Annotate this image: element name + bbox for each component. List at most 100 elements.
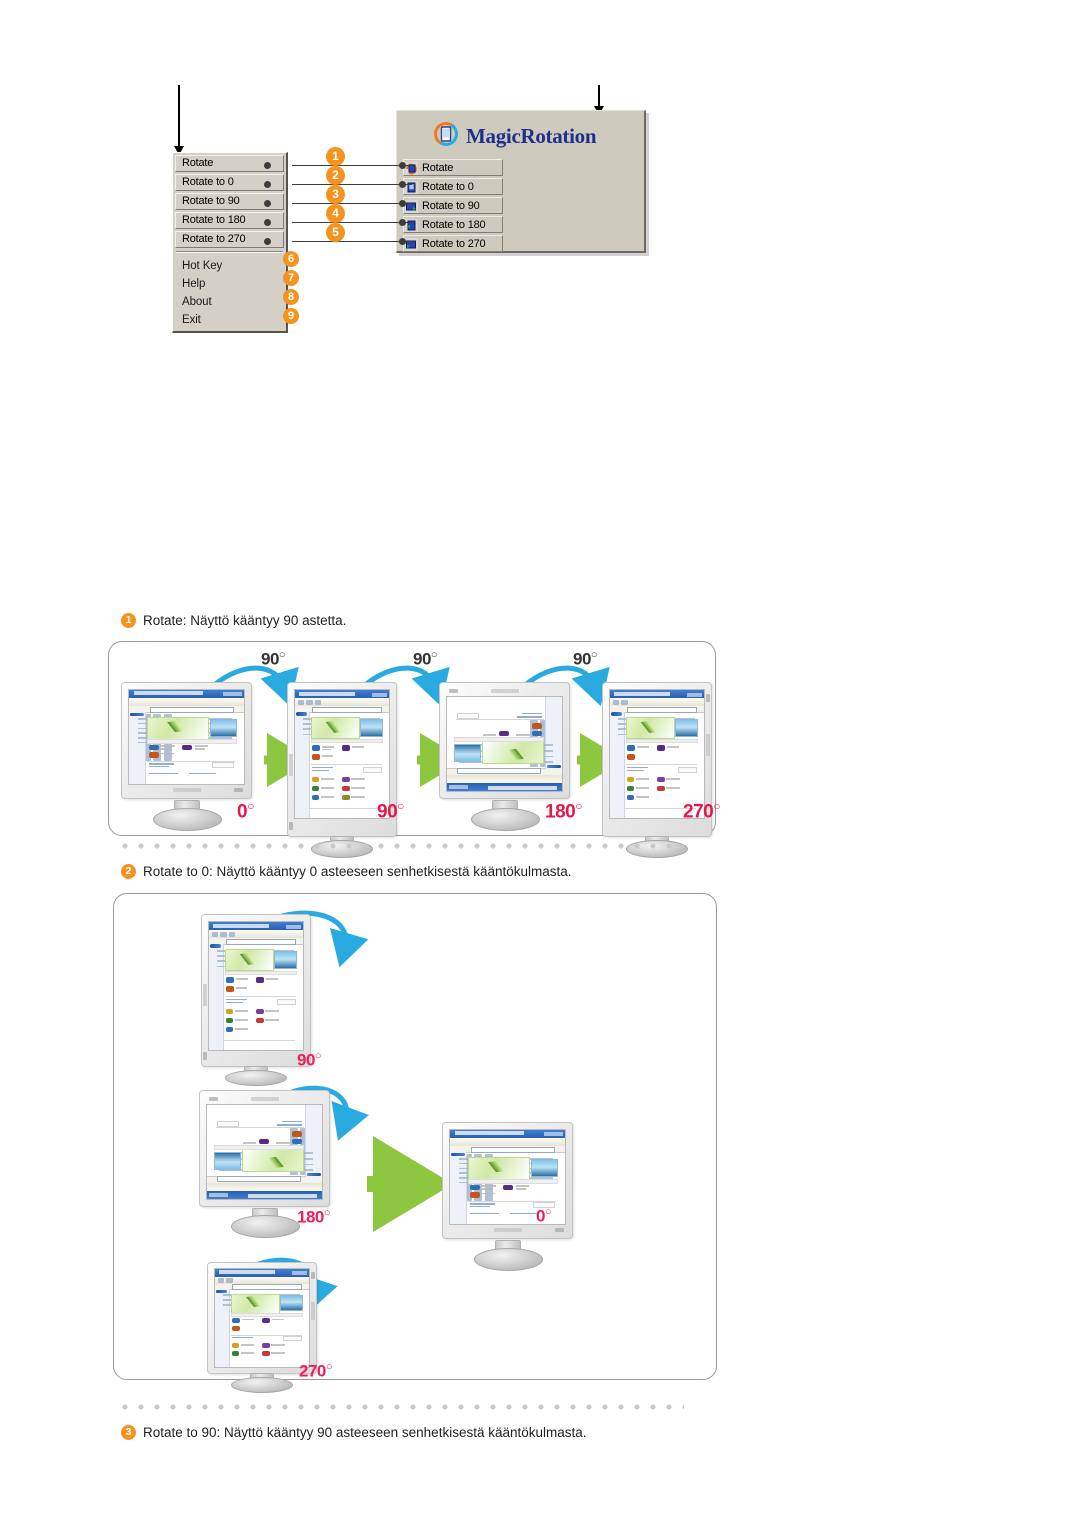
app-button-rotate-to-180[interactable]: Rotate to 180: [403, 216, 503, 233]
degree-label-target-0: 0○: [536, 1206, 552, 1226]
leader-dot-left-5: [264, 238, 271, 245]
leader-line-5: [292, 241, 412, 242]
monitor-base: [225, 1070, 287, 1086]
monitor-base: [153, 808, 222, 831]
context-menu-about[interactable]: About: [175, 293, 284, 311]
rotate-icon: [405, 161, 418, 175]
rotate-90-icon: [405, 199, 418, 213]
dotted-separator-1: [122, 843, 684, 849]
callout-badge-4: 4: [326, 204, 345, 223]
leader-dot-left-3: [264, 200, 271, 207]
monitor-screen: [206, 1104, 323, 1200]
screen-content: [215, 1269, 309, 1367]
app-button-rotate[interactable]: Rotate: [403, 159, 503, 176]
leader-dot-right-3: [399, 200, 406, 207]
app-panel-menu[interactable]: Rotate Rotate to 0 Rotate to 90 Rotate t…: [403, 159, 503, 254]
app-button-rotate-to-90[interactable]: Rotate to 90: [403, 197, 503, 214]
degree-label-source-270: 270○: [299, 1361, 333, 1381]
monitor-power-button: [449, 689, 458, 693]
monitor-power-button: [555, 1228, 564, 1232]
leader-dot-right-4: [399, 219, 406, 226]
section-2-caption-text: Rotate to 0: Näyttö kääntyy 0 asteeseen …: [143, 864, 572, 879]
callout-badge-3: 3: [326, 185, 345, 204]
rotate-sequence-panel: 90○ 90○ 90○ 0○ 90○ 180○ 270○: [108, 641, 720, 858]
monitor-screen: [208, 921, 304, 1051]
dotted-separator-2: [122, 1404, 684, 1410]
section-1-caption: 1 Rotate: Näyttö kääntyy 90 astetta.: [121, 613, 346, 628]
screen-content: [207, 1105, 322, 1199]
leader-line-4: [292, 222, 412, 223]
degree-label-0: 0○: [237, 799, 254, 823]
arc-label-3: 90○: [573, 649, 598, 669]
context-menu-exit[interactable]: Exit: [175, 311, 284, 329]
app-button-rotate-label: Rotate: [422, 162, 454, 174]
app-button-rotate-to-180-label: Rotate to 180: [422, 219, 486, 231]
monitor-brand-logo: [494, 1228, 522, 1232]
monitor-base: [471, 808, 540, 831]
section-1-caption-text: Rotate: Näyttö kääntyy 90 astetta.: [143, 613, 347, 628]
callout-badge-9: 9: [283, 308, 299, 324]
magicrotation-panel[interactable]: MagicRotation Rotate Rotate to 0 Rotate …: [396, 110, 646, 253]
section-2-caption: 2 Rotate to 0: Näyttö kääntyy 0 asteesee…: [121, 864, 572, 879]
context-menu-separator: [176, 251, 283, 253]
section-2-badge: 2: [121, 864, 136, 879]
callout-badge-8: 8: [283, 289, 299, 305]
monitor-brand-logo: [251, 1097, 279, 1101]
leader-dot-left-2: [264, 181, 271, 188]
screen-content: [447, 697, 562, 791]
rotate-0-icon: [405, 180, 418, 194]
monitor-screen: [214, 1268, 310, 1368]
callout-badge-7: 7: [283, 270, 299, 286]
monitor-brand-logo: [311, 1302, 315, 1320]
rotate-180-icon: [405, 218, 418, 232]
annotation-arrow-right: [594, 85, 604, 115]
monitor-source-90deg: [201, 914, 326, 1086]
monitor-screen: [294, 689, 390, 819]
leader-dot-right-2: [399, 181, 406, 188]
degree-label-180: 180○: [545, 799, 582, 823]
magicrotation-logo-icon: [433, 121, 459, 152]
monitor-target-0deg: [442, 1122, 582, 1271]
screen-content: [209, 922, 303, 1050]
context-menu-help[interactable]: Help: [175, 275, 284, 293]
screen-content: [295, 690, 389, 818]
arc-label-1: 90○: [261, 649, 286, 669]
section-3-badge: 3: [121, 1425, 136, 1440]
monitor-brand-logo: [203, 984, 207, 1006]
degree-label-source-90: 90○: [297, 1050, 322, 1070]
monitor-power-button: [234, 788, 243, 792]
annotation-arrow-left: [174, 85, 184, 155]
leader-line-3: [292, 203, 412, 204]
monitor-power-button: [706, 694, 710, 702]
leader-dot-left-1: [264, 162, 271, 169]
leader-dot-right-5: [399, 238, 406, 245]
callout-badge-2: 2: [326, 166, 345, 185]
leader-line-2: [292, 184, 412, 185]
app-button-rotate-to-0[interactable]: Rotate to 0: [403, 178, 503, 195]
monitor-brand-logo: [289, 754, 293, 776]
monitor-base: [231, 1215, 300, 1238]
app-brand-label: MagicRotation: [466, 124, 597, 148]
monitor-brand-logo: [491, 689, 519, 693]
monitor-brand-logo: [173, 788, 201, 792]
monitor-base: [474, 1248, 543, 1271]
rotate-270-icon: [405, 237, 418, 251]
app-button-rotate-to-90-label: Rotate to 90: [422, 200, 480, 212]
monitor-power-button: [209, 1097, 218, 1101]
magicrotation-menu-diagram: Rotate Rotate to 0 Rotate to 90 Rotate t…: [0, 0, 1080, 360]
section-3-caption: 3 Rotate to 90: Näyttö kääntyy 90 astees…: [121, 1425, 587, 1440]
section-1-badge: 1: [121, 613, 136, 628]
arc-label-2: 90○: [413, 649, 438, 669]
leader-dot-left-4: [264, 219, 271, 226]
monitor-screen: [128, 689, 245, 785]
monitor-brand-logo: [706, 734, 710, 756]
app-button-rotate-to-270[interactable]: Rotate to 270: [403, 235, 503, 252]
context-menu-hot-key[interactable]: Hot Key: [175, 257, 284, 275]
monitor-power-button: [203, 1052, 207, 1060]
leader-line-1: [292, 165, 412, 166]
callout-badge-5: 5: [326, 223, 345, 242]
rotate-to-0-panel: 90○ 180○ 270○ 0○: [113, 893, 717, 1393]
app-button-rotate-to-270-label: Rotate to 270: [422, 238, 486, 250]
degree-label-270: 270○: [683, 799, 720, 823]
monitor-power-button: [311, 1272, 315, 1279]
